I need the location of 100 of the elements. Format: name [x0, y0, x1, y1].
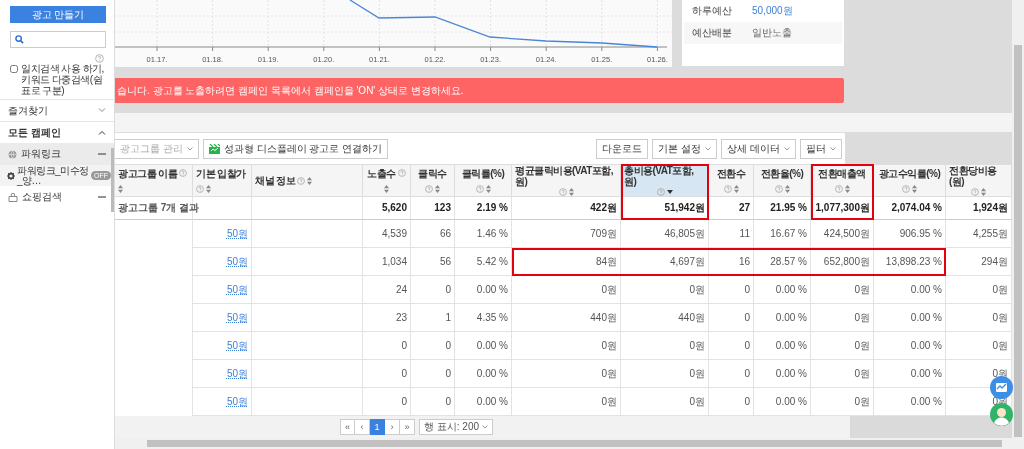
- budget-label: 하루예산: [692, 4, 733, 18]
- table-cell: 0: [411, 276, 455, 304]
- table-cell: 0원: [512, 276, 621, 304]
- help-icon[interactable]: [774, 185, 783, 194]
- table-cell: 0.00 %: [455, 332, 512, 360]
- sort-icon[interactable]: [384, 185, 389, 194]
- sort-icon[interactable]: [784, 185, 790, 194]
- pagination-button[interactable]: «: [340, 419, 355, 435]
- column-header[interactable]: 전환당비용(원): [946, 164, 1012, 197]
- campaign-type-item[interactable]: 쇼핑검색: [0, 186, 114, 208]
- bid-link[interactable]: 50원: [226, 338, 248, 353]
- caret-icon: [784, 146, 790, 151]
- help-icon[interactable]: [834, 185, 843, 194]
- toolbar-button[interactable]: 상세 데이터: [721, 138, 796, 159]
- table-cell: 16.67 %: [754, 220, 811, 248]
- pagination-button[interactable]: ›: [385, 419, 400, 435]
- bid-link[interactable]: 50원: [226, 254, 248, 269]
- search-field[interactable]: [10, 31, 106, 48]
- sort-icon[interactable]: [844, 185, 850, 194]
- table-cell: 0: [709, 304, 754, 332]
- campaign-type-item[interactable]: 파워링크: [0, 143, 114, 165]
- table-cell: 0원: [811, 304, 874, 332]
- create-ad-button[interactable]: 광고 만들기: [10, 6, 106, 23]
- table-cell: 23: [363, 304, 411, 332]
- favorites-item[interactable]: 즐겨찾기: [0, 99, 114, 121]
- bid-link[interactable]: 50원: [226, 226, 248, 241]
- column-header[interactable]: 채널 정보: [252, 164, 363, 197]
- table-cell: 66: [411, 220, 455, 248]
- sort-icon[interactable]: [307, 176, 313, 185]
- table-cell: 652,800원: [811, 248, 874, 276]
- toolbar-button[interactable]: 다운로드: [596, 138, 649, 159]
- column-header[interactable]: 총비용(VAT포함,원): [621, 164, 709, 197]
- page-button[interactable]: 1: [370, 419, 385, 435]
- gear-icon: [7, 171, 15, 180]
- help-icon[interactable]: [558, 188, 567, 196]
- minus-icon[interactable]: [98, 193, 106, 201]
- bid-link[interactable]: 50원: [226, 394, 248, 409]
- table-cell: 0: [709, 332, 754, 360]
- column-header[interactable]: 광고그룹 이름: [115, 164, 193, 197]
- table-cell: 0.00 %: [754, 304, 811, 332]
- sort-icon[interactable]: [118, 185, 123, 194]
- column-header[interactable]: 노출수: [363, 164, 411, 197]
- rows-per-page-dropdown[interactable]: 행 표시: 200: [419, 419, 494, 435]
- table-cell: 27: [709, 196, 754, 220]
- help-icon[interactable]: [297, 176, 306, 185]
- help-icon[interactable]: [397, 169, 406, 178]
- help-icon[interactable]: [902, 185, 910, 194]
- help-icon[interactable]: [95, 54, 104, 63]
- minus-icon[interactable]: [98, 150, 106, 158]
- help-icon[interactable]: [723, 185, 732, 194]
- table-cell: 709원: [512, 220, 621, 248]
- budget-link[interactable]: 50,000원: [752, 4, 793, 18]
- table-cell: 11: [709, 220, 754, 248]
- column-header[interactable]: 광고수익률(%): [874, 164, 946, 197]
- table-cell: 4,697원: [621, 248, 709, 276]
- column-header[interactable]: 평균클릭비용(VAT포함,원): [512, 164, 621, 197]
- toolbar-button[interactable]: 기본 설정: [652, 138, 718, 159]
- table-cell: 123: [411, 196, 455, 220]
- table-cell: 0원: [512, 360, 621, 388]
- table-cell: 21.95 %: [754, 196, 811, 220]
- bid-link[interactable]: 50원: [226, 282, 248, 297]
- help-icon[interactable]: [425, 185, 433, 194]
- alert-banner: 습니다. 광고를 노출하려면 캠페인 목록에서 캠페인을 'ON' 상태로 변경하세요.: [115, 78, 844, 103]
- column-header[interactable]: 클릭수: [411, 164, 455, 197]
- help-icon[interactable]: [475, 185, 484, 194]
- sort-icon[interactable]: [206, 185, 211, 194]
- chart-card-icon[interactable]: [990, 376, 1013, 399]
- toolbar-button[interactable]: 필터: [800, 138, 842, 159]
- table-cell: 2,074.04 %: [874, 196, 946, 220]
- table-cell: 0원: [811, 332, 874, 360]
- sort-icon[interactable]: [733, 185, 739, 194]
- avatar-icon[interactable]: [990, 403, 1013, 426]
- help-icon[interactable]: [971, 188, 979, 196]
- toolbar-button[interactable]: 성과형 디스플레이 광고로 연결하기: [202, 138, 389, 159]
- table-cell: 13,898.23 %: [874, 248, 946, 276]
- sort-icon[interactable]: [485, 185, 491, 194]
- bid-link[interactable]: 50원: [226, 310, 248, 325]
- help-icon[interactable]: [196, 185, 204, 194]
- sort-icon[interactable]: [912, 185, 917, 194]
- budget-label: 예산배분: [692, 26, 733, 40]
- column-header[interactable]: 전환수: [709, 164, 754, 197]
- column-header[interactable]: 기본 입찰가: [193, 164, 252, 197]
- column-header[interactable]: 전환율(%): [754, 164, 811, 197]
- sort-icon[interactable]: [568, 188, 574, 196]
- bid-link[interactable]: 50원: [226, 366, 248, 381]
- table-cell: 2.19 %: [455, 196, 512, 220]
- help-icon[interactable]: [179, 169, 188, 178]
- sort-icon[interactable]: [435, 185, 440, 194]
- sort-icon[interactable]: [981, 188, 986, 196]
- pagination-button[interactable]: »: [400, 419, 415, 435]
- vertical-scrollbar[interactable]: [1012, 0, 1024, 449]
- table-cell: 440원: [621, 304, 709, 332]
- bag-icon: [8, 192, 18, 202]
- pagination-button[interactable]: ‹: [355, 419, 370, 435]
- sort-descending-icon[interactable]: [666, 190, 673, 194]
- caret-icon: [705, 146, 712, 151]
- column-header[interactable]: 클릭률(%): [455, 164, 512, 197]
- horizontal-scrollbar[interactable]: [115, 438, 1012, 449]
- checkbox[interactable]: [10, 65, 18, 73]
- table-cell: 0.00 %: [455, 360, 512, 388]
